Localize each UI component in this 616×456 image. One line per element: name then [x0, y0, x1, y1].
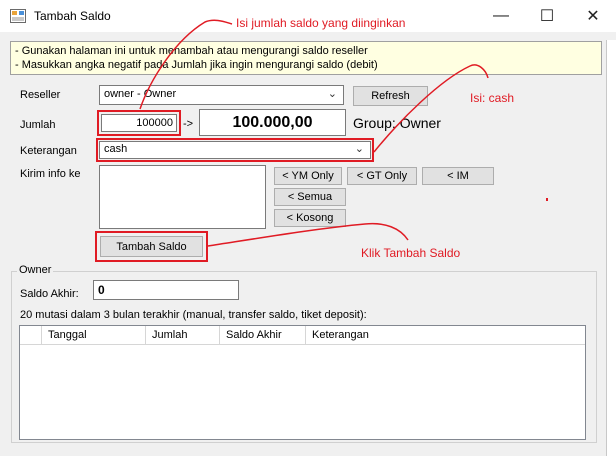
- annotation-lines: [139, 19, 548, 247]
- annotation-klik: Klik Tambah Saldo: [361, 246, 461, 260]
- annotation-jumlah: Isi jumlah saldo yang diinginkan: [236, 16, 406, 30]
- annotation-line-klik: [207, 222, 409, 247]
- annotation-line-cash: [373, 64, 489, 153]
- annotation-dot: [546, 198, 548, 201]
- annotation-cash: Isi: cash: [470, 91, 515, 105]
- annotation-line-jumlah: [139, 19, 233, 110]
